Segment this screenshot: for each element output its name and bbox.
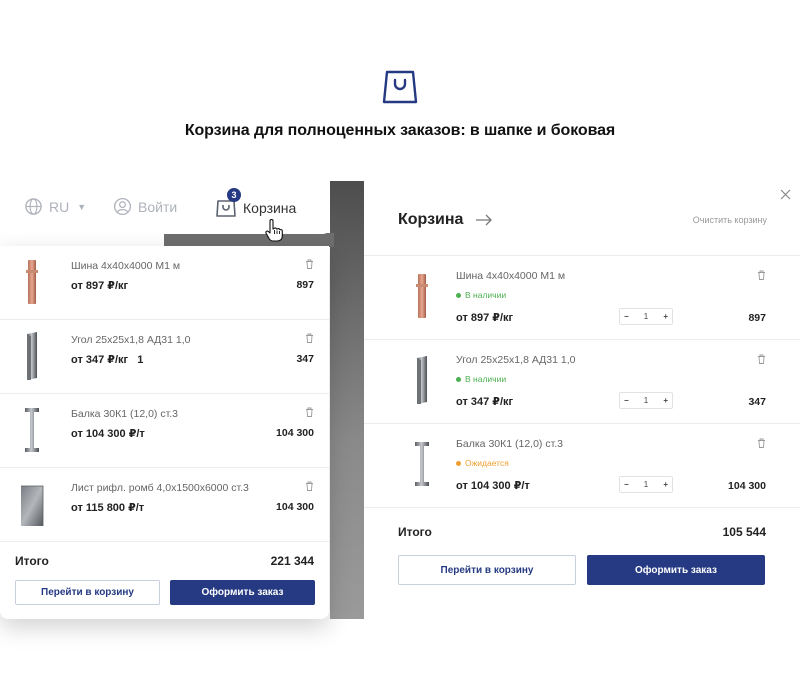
trash-icon[interactable] xyxy=(305,481,314,491)
product-thumbnail xyxy=(415,442,429,486)
status-dot xyxy=(456,460,461,466)
product-thumbnail xyxy=(27,332,37,380)
item-total: 347 xyxy=(748,396,766,408)
stock-status-label: В наличии xyxy=(465,374,507,384)
plus-button[interactable]: + xyxy=(663,396,668,405)
cart-item: Угол 25х25х1,8 АД31 1,0 от 347 ₽/кг 1 34… xyxy=(0,320,329,394)
trash-icon[interactable] xyxy=(305,333,314,343)
item-price: от 897 ₽/кг xyxy=(71,280,129,292)
trash-icon[interactable] xyxy=(757,354,766,364)
product-thumbnail xyxy=(25,408,39,452)
status-dot xyxy=(456,376,461,382)
close-icon[interactable] xyxy=(780,189,791,200)
item-total: 347 xyxy=(296,353,314,365)
item-price: от 115 800 ₽/т xyxy=(71,502,145,514)
header-cart-button[interactable]: 3 Корзина xyxy=(215,188,297,219)
user-icon xyxy=(113,197,132,216)
go-to-cart-button[interactable]: Перейти в корзину xyxy=(15,580,160,605)
globe-icon xyxy=(25,198,42,215)
login-link[interactable]: Войти xyxy=(113,197,177,216)
stock-status: В наличии xyxy=(456,374,506,384)
item-price: от 897 ₽/кг xyxy=(456,312,514,324)
quantity-stepper[interactable]: − 1 + xyxy=(619,308,673,325)
minus-button[interactable]: − xyxy=(624,312,629,321)
stock-status-label: Ожидается xyxy=(465,458,509,468)
checkout-button[interactable]: Оформить заказ xyxy=(170,580,315,605)
trash-icon[interactable] xyxy=(305,259,314,269)
page-backdrop xyxy=(330,181,364,619)
item-total: 897 xyxy=(296,279,314,291)
item-name[interactable]: Балка 30К1 (12,0) ст.3 xyxy=(456,438,563,450)
minus-button[interactable]: − xyxy=(624,480,629,489)
item-name[interactable]: Угол 25х25х1,8 АД31 1,0 xyxy=(71,334,190,346)
quantity-value[interactable]: 1 xyxy=(644,396,648,405)
item-total: 104 300 xyxy=(276,501,314,513)
hand-cursor-icon xyxy=(265,219,283,242)
cart-total-label: Итого xyxy=(15,554,49,568)
arrow-right-icon xyxy=(476,214,493,226)
status-dot xyxy=(456,292,461,298)
product-thumbnail xyxy=(417,356,427,404)
side-cart-title-text: Корзина xyxy=(398,211,464,228)
side-cart-title[interactable]: Корзина xyxy=(398,211,493,229)
cart-item: Лист рифл. ромб 4,0х1500х6000 ст.3 от 11… xyxy=(0,468,329,542)
stock-status-label: В наличии xyxy=(465,290,507,300)
item-total: 897 xyxy=(748,312,766,324)
item-name[interactable]: Шина 4х40х4000 М1 м xyxy=(71,260,180,272)
item-price: от 104 300 ₽/т xyxy=(71,428,145,440)
language-switcher[interactable]: RU ▼ xyxy=(24,197,86,216)
item-name[interactable]: Шина 4х40х4000 М1 м xyxy=(456,270,565,282)
product-thumbnail xyxy=(21,485,44,526)
login-label: Войти xyxy=(138,198,178,215)
item-name[interactable]: Лист рифл. ромб 4,0х1500х6000 ст.3 xyxy=(71,482,249,494)
quantity-stepper[interactable]: − 1 + xyxy=(619,392,673,409)
item-total: 104 300 xyxy=(276,427,314,439)
stock-status: Ожидается xyxy=(456,458,509,468)
trash-icon[interactable] xyxy=(757,270,766,280)
trash-icon[interactable] xyxy=(757,438,766,448)
item-price: от 347 ₽/кг xyxy=(456,396,514,408)
cart-item: Шина 4х40х4000 М1 м В наличии от 897 ₽/к… xyxy=(364,256,800,340)
product-thumbnail xyxy=(26,260,38,304)
cart-item: Угол 25х25х1,8 АД31 1,0 В наличии от 347… xyxy=(364,340,800,424)
go-to-cart-button[interactable]: Перейти в корзину xyxy=(398,555,576,585)
trash-icon[interactable] xyxy=(305,407,314,417)
cart-total-value: 221 344 xyxy=(270,554,314,568)
item-total: 104 300 xyxy=(728,480,766,492)
item-name[interactable]: Балка 30К1 (12,0) ст.3 xyxy=(71,408,178,420)
cart-total-value: 105 544 xyxy=(722,525,766,539)
stock-status: В наличии xyxy=(456,290,506,300)
side-cart-panel: Корзина Очистить корзину Шина 4х40х4000 … xyxy=(364,181,800,619)
clear-cart-link[interactable]: Очистить корзину xyxy=(693,215,767,225)
shopping-bag-icon xyxy=(382,70,418,104)
header-cart-dropdown: Шина 4х40х4000 М1 м от 897 ₽/кг 897 Угол… xyxy=(0,246,329,619)
quantity-value[interactable]: 1 xyxy=(644,312,648,321)
language-label: RU xyxy=(49,198,70,215)
chevron-down-icon: ▼ xyxy=(77,201,87,212)
cart-item: Шина 4х40х4000 М1 м от 897 ₽/кг 897 xyxy=(0,246,329,320)
product-thumbnail xyxy=(416,274,428,318)
item-name[interactable]: Угол 25х25х1,8 АД31 1,0 xyxy=(456,354,575,366)
minus-button[interactable]: − xyxy=(624,396,629,405)
plus-button[interactable]: + xyxy=(663,312,668,321)
page-backdrop-dim xyxy=(164,233,334,247)
cart-label: Корзина xyxy=(243,200,297,216)
quantity-stepper[interactable]: − 1 + xyxy=(619,476,673,493)
cart-item: Балка 30К1 (12,0) ст.3 от 104 300 ₽/т 10… xyxy=(0,394,329,468)
cart-total-label: Итого xyxy=(398,525,432,539)
page-title: Корзина для полноценных заказов: в шапке… xyxy=(184,122,616,139)
plus-button[interactable]: + xyxy=(663,480,668,489)
item-price: от 104 300 ₽/т xyxy=(456,480,530,492)
cart-item: Балка 30К1 (12,0) ст.3 Ожидается от 104 … xyxy=(364,424,800,508)
quantity-value[interactable]: 1 xyxy=(644,480,648,489)
cart-count-badge: 3 xyxy=(227,188,241,202)
checkout-button[interactable]: Оформить заказ xyxy=(587,555,765,585)
item-price: от 347 ₽/кг 1 xyxy=(71,354,144,366)
